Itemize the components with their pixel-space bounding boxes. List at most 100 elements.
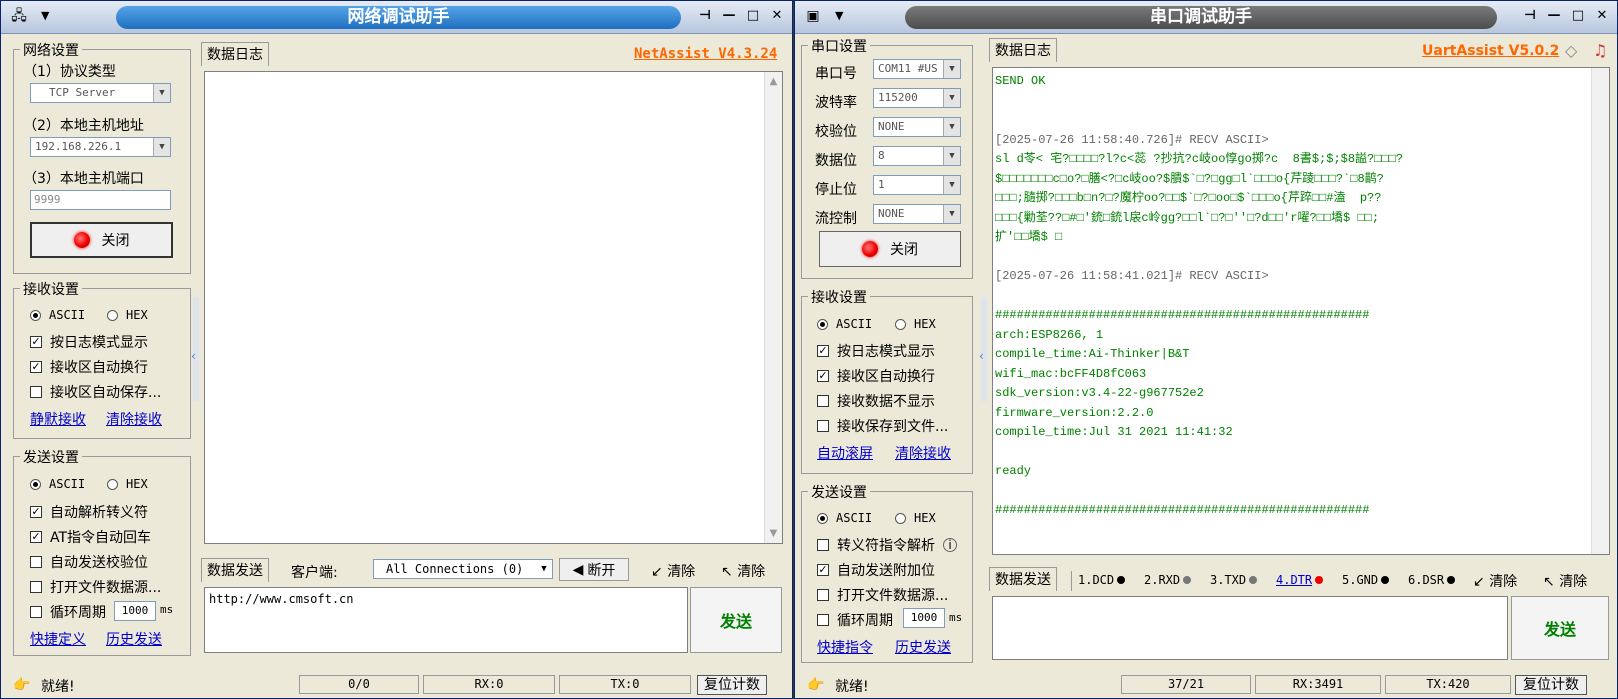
send-button[interactable]: 发送 bbox=[1511, 596, 1609, 660]
info-icon[interactable]: i bbox=[943, 538, 957, 552]
auto-wrap-checkbox[interactable]: ✓ 接收区自动换行 bbox=[817, 366, 935, 386]
silent-recv-link[interactable]: 静默接收 bbox=[30, 409, 86, 429]
pin-indicator[interactable]: 4.DTR bbox=[1276, 573, 1324, 587]
port-input[interactable]: 9999 bbox=[30, 190, 171, 210]
serial-app-icon[interactable]: ▣ bbox=[803, 8, 823, 24]
log-line: $□□□□□□□c□o?□膳<?□c岐oo?$膭$`□?□gg□l`□□□o{芹… bbox=[995, 171, 1384, 186]
disconnect-button[interactable]: ◀ 断开 bbox=[559, 558, 629, 581]
file-source-checkbox[interactable]: 打开文件数据源... bbox=[30, 577, 161, 597]
client-select[interactable]: All Connections (0) ▼ bbox=[373, 559, 553, 579]
protocol-select[interactable]: TCP Server ▼ bbox=[30, 83, 171, 103]
close-connection-button[interactable]: 关闭 bbox=[30, 222, 173, 258]
send-button[interactable]: 发送 bbox=[690, 587, 782, 653]
history-send-link[interactable]: 历史发送 bbox=[106, 629, 162, 649]
recv-hex-radio[interactable]: HEX bbox=[895, 317, 936, 331]
recv-ascii-radio[interactable]: ASCII bbox=[30, 308, 85, 322]
auto-append-checkbox[interactable]: ✓ 自动发送附加位 bbox=[817, 560, 935, 580]
auto-scroll-link[interactable]: 自动滚屏 bbox=[817, 443, 873, 463]
quick-cmd-link[interactable]: 快捷指令 bbox=[817, 637, 873, 657]
title-bar[interactable]: ▣ ▼ 串口调试助手 ⊣ — □ ✕ bbox=[795, 1, 1617, 34]
pin-dot-icon bbox=[1249, 576, 1258, 584]
host-label: （2）本地主机地址 bbox=[23, 118, 144, 134]
recv-log-panel[interactable]: SEND OK [2025-07-26 11:58:40.726]# RECV … bbox=[992, 67, 1610, 555]
maximize-button[interactable]: □ bbox=[1569, 7, 1587, 25]
count-cell: 0/0 bbox=[299, 675, 419, 694]
recv-log-panel[interactable]: ▲ ▼ bbox=[204, 71, 783, 544]
log-line: ########################################… bbox=[995, 503, 1370, 517]
pin-icon[interactable]: ⊣ bbox=[696, 7, 714, 25]
clear-send-button-1[interactable]: ↙ 清除 bbox=[1473, 571, 1517, 591]
diamond-icon[interactable]: ◇ bbox=[1565, 41, 1577, 60]
send-hex-radio[interactable]: HEX bbox=[107, 477, 148, 491]
tab-data-log[interactable]: 数据日志 bbox=[201, 42, 269, 66]
file-source-checkbox[interactable]: 打开文件数据源... bbox=[817, 585, 948, 605]
vertical-scrollbar[interactable]: ▲ ▼ bbox=[764, 72, 782, 543]
parity-select[interactable]: NONE ▼ bbox=[873, 117, 961, 137]
flow-select[interactable]: NONE ▼ bbox=[873, 204, 961, 224]
chevron-down-icon[interactable]: ▼ bbox=[835, 9, 843, 22]
panel-splitter[interactable]: ‹ bbox=[979, 297, 987, 401]
log-mode-checkbox[interactable]: ✓ 按日志模式显示 bbox=[30, 332, 148, 352]
clear-send-button-1[interactable]: ↙ 清除 bbox=[651, 561, 695, 581]
checkbox-label: 按日志模式显示 bbox=[837, 344, 935, 360]
databits-select[interactable]: 8 ▼ bbox=[873, 146, 961, 166]
port-select[interactable]: COM11 #US ▼ bbox=[873, 59, 961, 79]
period-input[interactable]: 1000 bbox=[903, 608, 945, 628]
close-port-button[interactable]: 关闭 bbox=[819, 231, 961, 267]
reset-count-button[interactable]: 复位计数 bbox=[697, 675, 767, 695]
loop-period-checkbox[interactable]: 循环周期 bbox=[30, 602, 106, 622]
stopbits-select[interactable]: 1 ▼ bbox=[873, 175, 961, 195]
auto-wrap-checkbox[interactable]: ✓ 接收区自动换行 bbox=[30, 357, 148, 377]
hide-recv-checkbox[interactable]: 接收数据不显示 bbox=[817, 391, 935, 411]
auto-checksum-checkbox[interactable]: 自动发送校验位 bbox=[30, 552, 148, 572]
brand-link[interactable]: UartAssist V5.0.2 bbox=[1422, 43, 1559, 59]
close-window-button[interactable]: ✕ bbox=[768, 7, 786, 25]
at-auto-cr-checkbox[interactable]: ✓ AT指令自动回车 bbox=[30, 527, 151, 547]
history-send-link[interactable]: 历史发送 bbox=[895, 637, 951, 657]
title-bar[interactable]: 🖧 ▼ 网络调试助手 ⊣ — □ ✕ bbox=[1, 1, 792, 34]
period-input[interactable]: 1000 bbox=[114, 601, 156, 621]
maximize-button[interactable]: □ bbox=[744, 7, 762, 25]
radio-dot bbox=[817, 318, 828, 330]
clear-recv-link[interactable]: 清除接收 bbox=[106, 409, 162, 429]
tab-data-send[interactable]: 数据发送 bbox=[989, 567, 1057, 591]
host-select[interactable]: 192.168.226.1 ▼ bbox=[30, 137, 171, 157]
log-line: sl d苓< 宅?□□□□?l?c<蕊 ?抄抗?c岐oo惇go掷?c 8書$;$… bbox=[995, 152, 1404, 166]
recv-hex-radio[interactable]: HEX bbox=[107, 308, 148, 322]
vertical-scrollbar[interactable] bbox=[1591, 68, 1609, 554]
reset-count-button[interactable]: 复位计数 bbox=[1515, 675, 1587, 695]
auto-save-checkbox[interactable]: 接收区自动保存... bbox=[30, 382, 161, 402]
tab-data-log[interactable]: 数据日志 bbox=[989, 38, 1057, 62]
log-mode-checkbox[interactable]: ✓ 按日志模式显示 bbox=[817, 341, 935, 361]
chevron-down-icon: ▼ bbox=[943, 147, 960, 165]
scroll-down-icon[interactable]: ▼ bbox=[765, 528, 782, 539]
pin-label: 6.DSR bbox=[1408, 573, 1445, 587]
panel-splitter[interactable]: ‹ bbox=[191, 297, 199, 401]
baud-select[interactable]: 115200 ▼ bbox=[873, 88, 961, 108]
radio-dot bbox=[107, 478, 118, 490]
clear-recv-link[interactable]: 清除接收 bbox=[895, 443, 951, 463]
scroll-up-icon[interactable]: ▲ bbox=[765, 76, 782, 87]
brand-link[interactable]: NetAssist V4.3.24 bbox=[634, 46, 777, 62]
close-window-button[interactable]: ✕ bbox=[1593, 7, 1611, 25]
clear-send-button-2[interactable]: ↖ 清除 bbox=[721, 561, 765, 581]
chevron-down-icon[interactable]: ▼ bbox=[41, 9, 49, 22]
send-input[interactable] bbox=[992, 596, 1508, 660]
tab-data-send[interactable]: 数据发送 bbox=[201, 558, 269, 582]
send-ascii-radio[interactable]: ASCII bbox=[817, 511, 872, 525]
loop-period-checkbox[interactable]: 循环周期 bbox=[817, 610, 893, 630]
minimize-button[interactable]: — bbox=[720, 7, 738, 25]
pin-icon[interactable]: ⊣ bbox=[1521, 7, 1539, 25]
send-input[interactable]: http://www.cmsoft.cn bbox=[204, 587, 688, 653]
escape-parse-checkbox[interactable]: 转义符指令解析 i bbox=[817, 535, 957, 555]
quick-define-link[interactable]: 快捷定义 bbox=[30, 629, 86, 649]
escape-parse-checkbox[interactable]: ✓ 自动解析转义符 bbox=[30, 502, 148, 522]
recv-ascii-radio[interactable]: ASCII bbox=[817, 317, 872, 331]
send-ascii-radio[interactable]: ASCII bbox=[30, 477, 85, 491]
network-app-icon[interactable]: 🖧 bbox=[9, 8, 29, 24]
minimize-button[interactable]: — bbox=[1545, 7, 1563, 25]
send-hex-radio[interactable]: HEX bbox=[895, 511, 936, 525]
bell-icon[interactable]: ♫ bbox=[1593, 41, 1607, 60]
save-to-file-checkbox[interactable]: 接收保存到文件... bbox=[817, 416, 948, 436]
clear-send-button-2[interactable]: ↖ 清除 bbox=[1543, 571, 1587, 591]
